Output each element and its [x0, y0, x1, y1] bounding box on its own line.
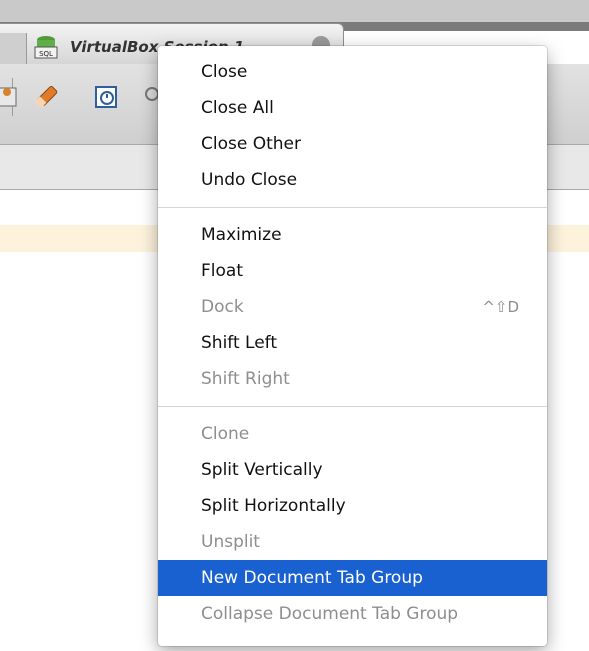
menu-item-label: Close All: [201, 98, 274, 118]
menu-item-label: Dock: [201, 297, 244, 317]
menu-item-shift-left[interactable]: Shift Left: [158, 325, 547, 361]
svg-text:SQL: SQL: [39, 50, 53, 58]
menu-item-label: Split Horizontally: [201, 496, 346, 516]
menu-item-undo-close[interactable]: Undo Close: [158, 162, 547, 198]
menu-item-label: Clone: [201, 424, 250, 444]
menu-item-dock[interactable]: Dock ^⇧D: [158, 289, 547, 325]
menu-item-label: Split Vertically: [201, 460, 323, 480]
clear-eraser-icon[interactable]: [32, 82, 62, 112]
menu-item-label: Undo Close: [201, 170, 298, 190]
menu-item-shortcut: ^⇧D: [482, 298, 519, 316]
menu-item-split-vertically[interactable]: Split Vertically: [158, 452, 547, 488]
menu-item-close-other[interactable]: Close Other: [158, 126, 547, 162]
menu-item-clone[interactable]: Clone: [158, 416, 547, 452]
menu-item-collapse-document-tab-group[interactable]: Collapse Document Tab Group: [158, 596, 547, 632]
menu-item-close[interactable]: Close: [158, 54, 547, 90]
menu-item-shift-right[interactable]: Shift Right: [158, 361, 547, 397]
execute-schedule-icon[interactable]: [92, 82, 122, 112]
menu-item-label: Unsplit: [201, 532, 260, 552]
sql-database-icon: SQL: [34, 36, 58, 59]
toolbar-history-icon[interactable]: [0, 82, 22, 112]
menu-item-maximize[interactable]: Maximize: [158, 217, 547, 253]
menu-item-float[interactable]: Float: [158, 253, 547, 289]
menu-item-label: Maximize: [201, 225, 282, 245]
previous-tab-stub[interactable]: [0, 33, 27, 65]
menu-item-close-all[interactable]: Close All: [158, 90, 547, 126]
menu-item-label: Shift Right: [201, 369, 290, 389]
menu-separator: [158, 207, 547, 208]
menu-item-new-document-tab-group[interactable]: New Document Tab Group: [158, 560, 547, 596]
menu-item-label: Close Other: [201, 134, 301, 154]
menu-item-label: Collapse Document Tab Group: [201, 604, 459, 624]
menu-item-label: Shift Left: [201, 333, 278, 353]
menu-item-label: Close: [201, 62, 248, 82]
tab-context-menu: Close Close All Close Other Undo Close Maxim…: [158, 46, 547, 646]
menu-item-unsplit[interactable]: Unsplit: [158, 524, 547, 560]
menu-item-label: New Document Tab Group: [201, 568, 423, 588]
menu-item-split-horizontally[interactable]: Split Horizontally: [158, 488, 547, 524]
menu-item-label: Float: [201, 261, 243, 281]
menu-separator: [158, 406, 547, 407]
